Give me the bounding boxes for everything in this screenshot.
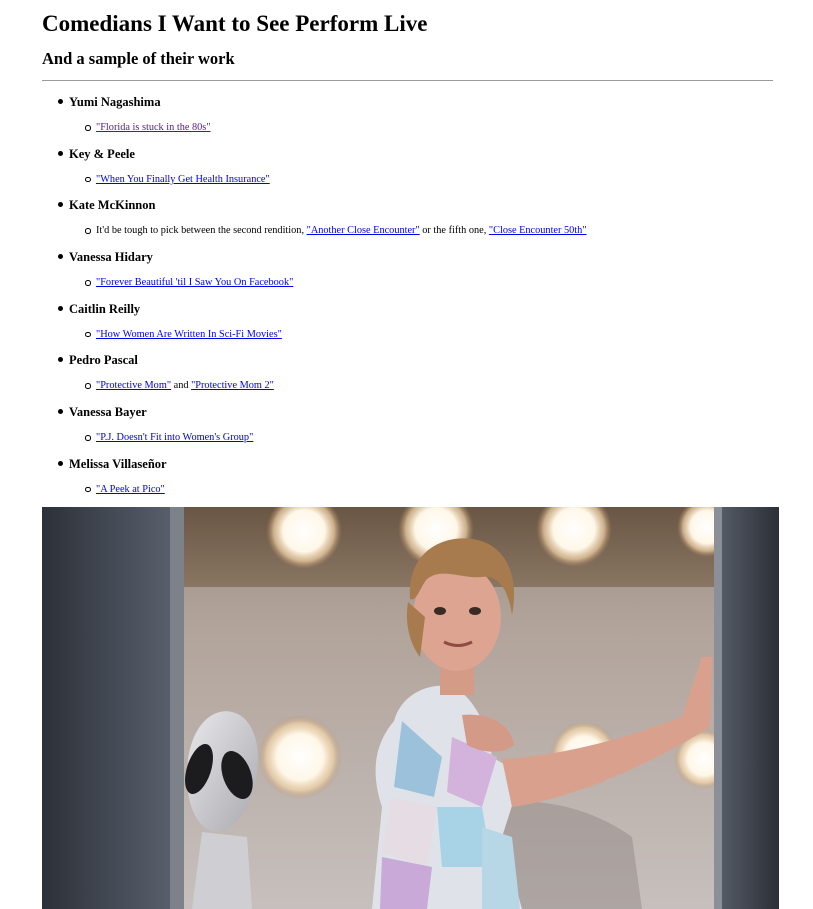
bullet-circle-icon bbox=[85, 486, 91, 493]
comedian-name: Pedro Pascal bbox=[69, 353, 138, 368]
sketch-link[interactable]: "P.J. Doesn't Fit into Women's Group" bbox=[96, 432, 253, 443]
bullet-circle-icon bbox=[85, 228, 91, 234]
sample-work-text: "Protective Mom" and "Protective Mom 2" bbox=[96, 378, 274, 394]
sketch-photo bbox=[42, 507, 779, 909]
sample-work-label: It'd be tough to pick between the second… bbox=[96, 225, 307, 237]
sample-work-text: It'd be tough to pick between the second… bbox=[96, 223, 587, 239]
comedian-name: Key & Peele bbox=[69, 146, 135, 161]
sample-work-text: "When You Finally Get Health Insurance" bbox=[96, 172, 270, 188]
sample-work-text: "P.J. Doesn't Fit into Women's Group" bbox=[96, 430, 253, 446]
sample-work-text: "Florida is stuck in the 80s" bbox=[96, 120, 211, 136]
comedian-item: Key & Peele "When You Finally Get Health … bbox=[42, 145, 779, 197]
bullet-disc-icon bbox=[58, 150, 63, 156]
bullet-disc-icon bbox=[58, 409, 63, 415]
comedian-item: Caitlin Reilly "How Women Are Written In … bbox=[42, 300, 779, 352]
bullet-circle-icon bbox=[85, 176, 91, 183]
sketch-link[interactable]: "Close Encounter 50th" bbox=[489, 225, 587, 236]
bullet-circle-icon bbox=[85, 280, 91, 286]
sample-work-text: "How Women Are Written In Sci-Fi Movies" bbox=[96, 327, 282, 343]
comedian-item: Kate McKinnon It'd be tough to pick betwe… bbox=[42, 196, 779, 248]
sketch-link[interactable]: "Protective Mom" bbox=[96, 380, 171, 391]
sketch-link[interactable]: "Another Close Encounter" bbox=[307, 225, 420, 236]
bullet-circle-icon bbox=[85, 331, 91, 338]
sample-work-label: or the fifth one, bbox=[419, 225, 489, 237]
sketch-photo-image bbox=[42, 507, 779, 909]
comedian-name: Melissa Villaseñor bbox=[69, 456, 167, 471]
sketch-link[interactable]: "Protective Mom 2" bbox=[191, 380, 274, 391]
comedian-name: Yumi Nagashima bbox=[69, 95, 161, 109]
sketch-link[interactable]: "Forever Beautiful 'til I Saw You On Fac… bbox=[96, 277, 293, 288]
sketch-link[interactable]: "How Women Are Written In Sci-Fi Movies" bbox=[96, 329, 282, 340]
sketch-link[interactable]: "A Peek at Pico" bbox=[96, 484, 165, 495]
comedian-name: Vanessa Bayer bbox=[69, 405, 147, 420]
bullet-circle-icon bbox=[85, 435, 91, 441]
bullet-disc-icon bbox=[58, 254, 63, 260]
comedian-name: Vanessa Hidary bbox=[69, 250, 153, 265]
bullet-disc-icon bbox=[58, 305, 63, 311]
comedian-item: Yumi Nagashima "Florida is stuck in the 8… bbox=[42, 93, 779, 145]
comedian-list: Yumi Nagashima "Florida is stuck in the 8… bbox=[42, 93, 779, 507]
sketch-link[interactable]: "When You Finally Get Health Insurance" bbox=[96, 174, 270, 185]
bullet-disc-icon bbox=[58, 99, 63, 104]
comedian-item: Vanessa Bayer "P.J. Doesn't Fit into Wome… bbox=[42, 403, 779, 455]
bullet-circle-icon bbox=[85, 125, 91, 131]
comedian-item: Pedro Pascal "Protective Mom" and "Protec… bbox=[42, 351, 779, 403]
comedian-item: Vanessa Hidary "Forever Beautiful 'til I … bbox=[42, 248, 779, 300]
sketch-link[interactable]: "Florida is stuck in the 80s" bbox=[96, 122, 211, 133]
bullet-disc-icon bbox=[58, 202, 63, 208]
sample-work-text: "Forever Beautiful 'til I Saw You On Fac… bbox=[96, 275, 293, 291]
bullet-circle-icon bbox=[85, 383, 91, 389]
sample-work-text: "A Peek at Pico" bbox=[96, 482, 165, 498]
sample-work-label: and bbox=[171, 380, 192, 392]
comedian-name: Caitlin Reilly bbox=[69, 301, 141, 316]
bullet-disc-icon bbox=[58, 460, 63, 466]
page-title: Comedians I Want to See Perform Live bbox=[42, 11, 428, 36]
comedian-name: Kate McKinnon bbox=[69, 198, 156, 213]
divider bbox=[42, 80, 773, 81]
page-subtitle: And a sample of their work bbox=[42, 49, 235, 68]
bullet-disc-icon bbox=[58, 357, 63, 363]
comedian-item: Melissa Villaseñor "A Peek at Pico" bbox=[42, 455, 779, 507]
